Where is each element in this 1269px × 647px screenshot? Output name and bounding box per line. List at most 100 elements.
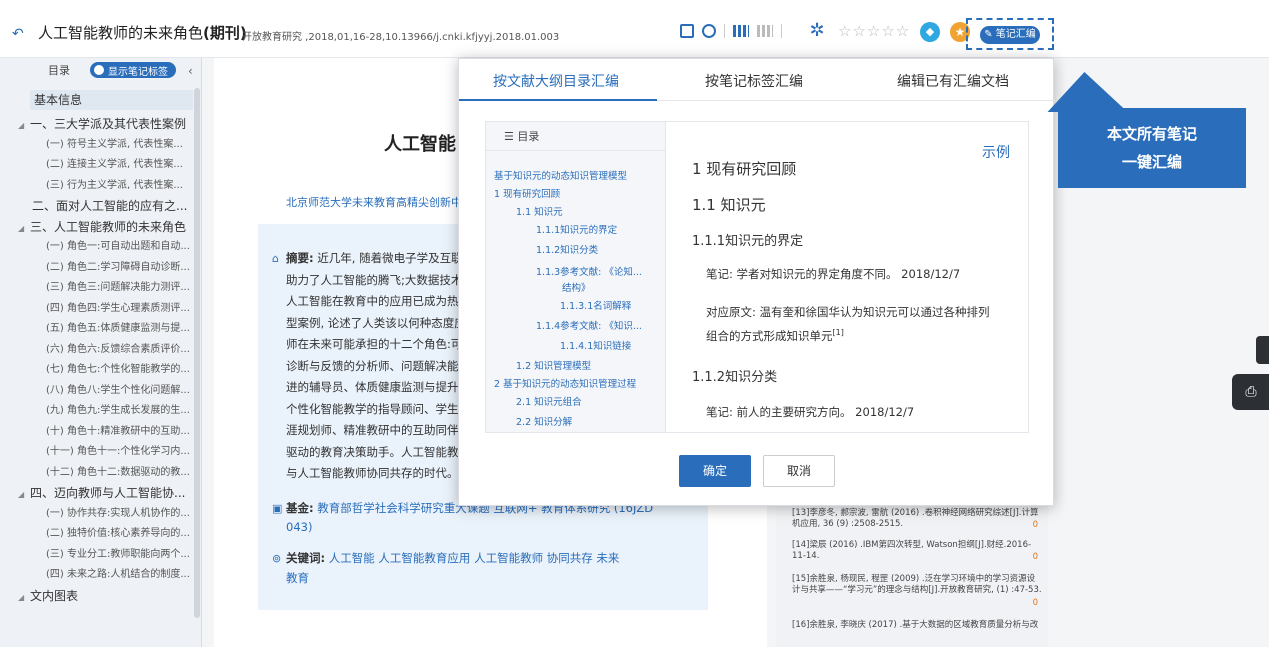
home-icon: ⌂: [272, 252, 279, 265]
preview-toc-item: 1.1.3参考文献: 《论知...: [536, 267, 642, 278]
reference-text: [15]余胜泉, 杨现民, 程罡 (2009) .泛在学习环境中的学习资源设计与…: [792, 574, 1042, 595]
sidebar-item[interactable]: (四) 未来之路:人机结合的制度...: [0, 565, 201, 586]
abstract-line-text: 与人工智能教师协同共存的时代。: [286, 466, 459, 480]
example-preview: ☰ 目录 基于知识元的动态知识管理模型 1 现有研究回顾 1.1 知识元 1.1.1知…: [485, 121, 1029, 433]
keywords-links[interactable]: 人工智能 人工智能教育应用 人工智能教师 协同共存 未来: [329, 551, 620, 565]
sidebar-item[interactable]: (八) 角色八:学生个性化问题解...: [0, 381, 201, 402]
layout-icon[interactable]: [733, 25, 749, 37]
print-icon[interactable]: [702, 24, 716, 38]
side-tab[interactable]: [1256, 336, 1269, 364]
sidebar-item[interactable]: (十) 角色十:精准教研中的互助...: [0, 422, 201, 443]
layout-alt-icon[interactable]: [757, 25, 773, 37]
preview-toc-item: 1.1 知识元: [516, 207, 563, 218]
preview-toc-item: 1.1.3.1名词解释: [560, 301, 632, 312]
sidebar-item[interactable]: (五) 角色五:体质健康监测与提...: [0, 319, 201, 340]
abstract-line: 驱动的教育决策助手。人工智能教师: [286, 444, 470, 460]
expand-caret-icon[interactable]: ◢: [18, 116, 30, 135]
article-title: 人工智能: [384, 134, 456, 155]
sidebar-item[interactable]: (七) 角色七:个性化智能教学的...: [0, 360, 201, 381]
sidebar-item[interactable]: (九) 角色九:学生成长发展的生...: [0, 401, 201, 422]
sidebar-item[interactable]: (十二) 角色十二:数据驱动的教...: [0, 463, 201, 484]
sidebar-item[interactable]: (六) 角色六:反馈综合素质评价...: [0, 340, 201, 361]
sidebar-item[interactable]: ◢ 文内图表: [0, 586, 201, 607]
sidebar-scrollbar[interactable]: [194, 88, 200, 618]
abstract-line-text: 助力了人工智能的腾飞;大数据技术: [286, 272, 463, 287]
expand-caret-icon[interactable]: ◢: [18, 219, 30, 238]
tag-icon[interactable]: ◆: [920, 22, 940, 42]
sidebar-item[interactable]: ◢ 三、人工智能教师的未来角色: [0, 217, 201, 238]
expand-caret-icon[interactable]: ◢: [18, 588, 30, 607]
outline-sidebar: 目录 显示笔记标签 ‹ 基本信息 ◢ 一、三大学派及其代表性案例 (一) 符号主义学…: [0, 58, 202, 647]
document-source: 开放教育研究 ,2018,01,16-28,10.13966/j.cnki.kf…: [242, 32, 560, 43]
tab-by-outline[interactable]: 按文献大纲目录汇编: [493, 71, 619, 91]
rating-stars[interactable]: ☆☆☆☆☆: [838, 22, 910, 40]
tab-by-tags[interactable]: 按笔记标签汇编: [705, 71, 803, 91]
citation-count: 0: [1032, 520, 1038, 530]
toolbar-divider: [781, 24, 782, 38]
keywords-label: 关键词:: [286, 551, 326, 565]
sidebar-item[interactable]: (一) 角色一:可自动出题和自动...: [0, 237, 201, 258]
print-float-icon[interactable]: ⎙: [1232, 374, 1269, 410]
reference-item[interactable]: [15]余胜泉, 杨现民, 程罡 (2009) .泛在学习环境中的学习资源设计与…: [792, 574, 1042, 608]
show-note-tags-toggle[interactable]: 显示笔记标签: [90, 62, 176, 78]
preview-toc-item: 1.1.1知识元的界定: [536, 225, 618, 236]
collapse-sidebar-icon[interactable]: ‹: [188, 64, 193, 78]
article-affiliation[interactable]: 北京师范大学未来教育高精尖创新中: [286, 194, 462, 210]
sidebar-item[interactable]: (四) 角色四:学生心理素质测评...: [0, 299, 201, 320]
abstract-line-text: 型案例, 论述了人类该以何种态度应: [286, 315, 466, 330]
abstract-label: 摘要:: [286, 251, 314, 265]
tab-edit-existing[interactable]: 编辑已有汇编文档: [897, 71, 1009, 91]
fund-label: 基金:: [286, 501, 314, 515]
single-page-icon[interactable]: [680, 24, 694, 38]
abstract-line-text: 个性化智能教学的指导顾问、学生: [286, 401, 459, 416]
sidebar-item[interactable]: (二) 独特价值:核心素养导向的...: [0, 524, 201, 545]
sidebar-item[interactable]: (三) 行为主义学派, 代表性案...: [0, 176, 201, 197]
cancel-button[interactable]: 取消: [763, 455, 835, 487]
abstract-line-text: 诊断与反馈的分析师、问题解决能力: [286, 358, 470, 373]
fund-link-2[interactable]: 043): [286, 520, 312, 534]
abstract-line: 摘要: 近几年, 随着微电子学及互联: [286, 250, 463, 266]
abstract-line-text: 近几年, 随着微电子学及互联: [317, 251, 463, 265]
dialog-buttons: 确定 取消: [459, 455, 1055, 489]
citation-sup: [1]: [832, 328, 844, 338]
back-icon[interactable]: ↶: [12, 26, 24, 42]
toggle-label: 显示笔记标签: [108, 66, 168, 78]
reference-text: [14]梁辰 (2016) .IBM第四次转型, Watson担纲[J].财经.…: [792, 540, 1032, 561]
reference-item[interactable]: [13]李彦冬, 郝宗波, 雷航 (2016) .卷积神经网络研究综述[J].计…: [792, 508, 1042, 530]
expand-caret-icon[interactable]: ◢: [18, 485, 30, 504]
preview-toc-item: 2 基于知识元的动态知识管理过程: [494, 379, 637, 390]
sidebar-item-label: (六) 角色六:反馈综合素质评价...: [46, 343, 190, 355]
preview-toc-item: 2.1 知识元组合: [516, 397, 582, 408]
sidebar-item[interactable]: (三) 专业分工:教师职能向两个...: [0, 545, 201, 566]
fund-icon: ▣: [272, 502, 283, 515]
sidebar-item[interactable]: (十一) 角色十一:个性化学习内...: [0, 442, 201, 463]
preview-toc-item: 1.1.4参考文献: 《知识...: [536, 321, 642, 332]
note-compile-button[interactable]: ✎ 笔记汇编: [980, 26, 1040, 44]
preview-note-2: 笔记: 前人的主要研究方向。 2018/12/7: [706, 405, 915, 419]
sidebar-item[interactable]: (二) 角色二:学习障碍自动诊断...: [0, 258, 201, 279]
sidebar-item[interactable]: 二、面对人工智能的应有之...: [0, 196, 201, 217]
top-toolbar: ↶ 人工智能教师的未来角色(期刊) 开放教育研究 ,2018,01,16-28,…: [0, 0, 1269, 58]
sidebar-item[interactable]: (二) 连接主义学派, 代表性案...: [0, 155, 201, 176]
sidebar-item[interactable]: (一) 协作共存:实现人机协作的...: [0, 504, 201, 525]
sidebar-item-label: (二) 独特价值:核心素养导向的...: [46, 528, 190, 539]
preview-toc-item: 基于知识元的动态知识管理模型: [494, 171, 628, 182]
reference-item[interactable]: [16]余胜泉, 李晓庆 (2017) .基于大数据的区域教育质量分析与改: [792, 620, 1042, 631]
preview-heading-3b: 1.1.2知识分类: [692, 370, 778, 385]
preview-toc-heading: ☰ 目录: [504, 130, 540, 143]
sidebar-item[interactable]: ◢ 一、三大学派及其代表性案例: [0, 114, 201, 135]
sidebar-item[interactable]: ◢ 四、迈向教师与人工智能协...: [0, 483, 201, 504]
note-compile-label: 笔记汇编: [995, 29, 1036, 40]
sidebar-item-label: (三) 专业分工:教师职能向两个...: [46, 548, 190, 560]
reference-item[interactable]: [14]梁辰 (2016) .IBM第四次转型, Watson担纲[J].财经.…: [792, 540, 1042, 562]
preview-note-1: 笔记: 学者对知识元的界定角度不同。 2018/12/7: [706, 267, 961, 281]
keywords-links-2[interactable]: 教育: [286, 571, 309, 585]
sidebar-item[interactable]: (一) 符号主义学派, 代表性案...: [0, 135, 201, 156]
sidebar-item[interactable]: (三) 角色三:问题解决能力测评...: [0, 278, 201, 299]
abstract-line-text: 驱动的教育决策助手。人工智能教师: [286, 444, 470, 459]
confirm-button[interactable]: 确定: [679, 455, 751, 487]
sidebar-item-basic-info[interactable]: 基本信息: [30, 90, 193, 110]
abstract-line-text: 涯规划师、精准教研中的互助同伴、: [286, 423, 470, 437]
sidebar-item-label: (七) 角色七:个性化智能教学的...: [46, 364, 190, 375]
preview-heading-1: 1 现有研究回顾: [692, 160, 797, 178]
